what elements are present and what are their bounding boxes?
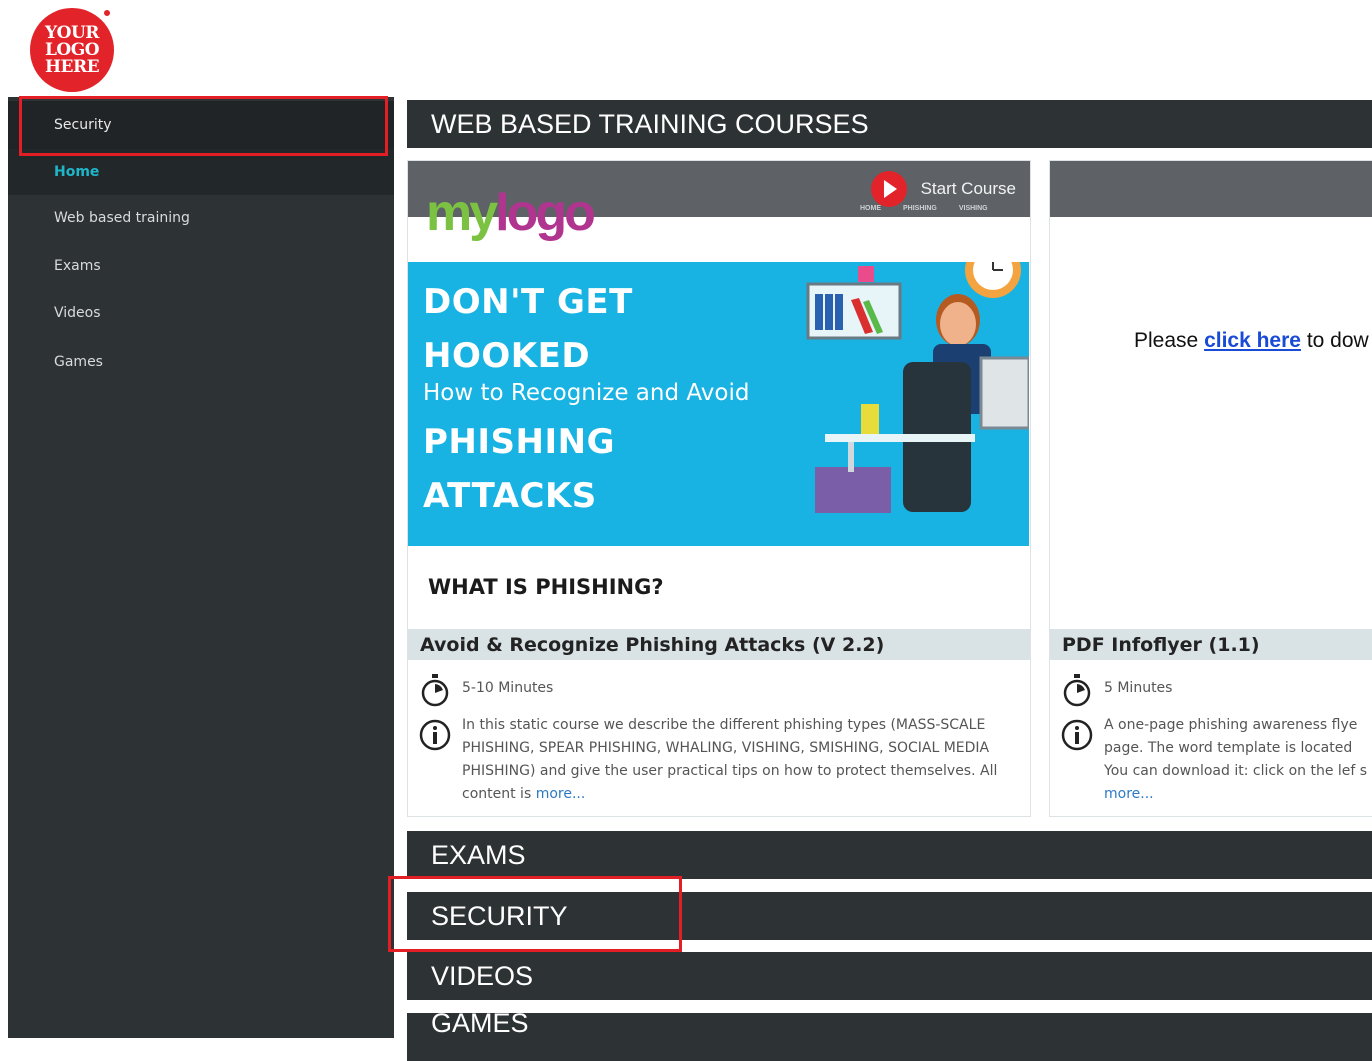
download-link[interactable]: click here xyxy=(1204,329,1301,352)
course-duration: 5 Minutes xyxy=(1104,680,1173,696)
banner-line: ATTACKS xyxy=(423,476,597,516)
course-card-phishing[interactable]: mylogo HOME PHISHING VISHING Start Cours… xyxy=(407,160,1031,817)
course-duration-row: 5-10 Minutes xyxy=(418,673,553,707)
course-duration-row: 5 Minutes xyxy=(1060,673,1172,707)
course-subheading: WHAT IS PHISHING? xyxy=(428,575,664,599)
sidebar-item-web-based-training[interactable]: Web based training xyxy=(8,195,394,241)
course-description-row: A one-page phishing awareness flye page.… xyxy=(1060,717,1372,806)
sidebar-item-label: Home xyxy=(54,164,100,180)
company-logo: YOUR LOGO HERE xyxy=(30,8,114,92)
banner-line: DON'T GET xyxy=(423,282,633,322)
card-thumbnail-header xyxy=(1050,161,1372,217)
start-course-button[interactable]: Start Course xyxy=(870,171,1016,207)
section-title: VIDEOS xyxy=(431,960,534,991)
info-icon xyxy=(1061,719,1093,751)
logo-text: YOUR LOGO HERE xyxy=(44,22,100,77)
start-course-label: Start Course xyxy=(920,179,1016,198)
course-description-row: In this static course we describe the di… xyxy=(418,717,1018,806)
sidebar: Security Home Web based training Exams V… xyxy=(8,97,394,1038)
sidebar-item-label: Games xyxy=(54,354,103,370)
more-link[interactable]: more... xyxy=(1104,786,1154,802)
highlight-box-security-section xyxy=(388,876,682,952)
info-icon xyxy=(419,719,451,751)
course-description: A one-page phishing awareness flye page.… xyxy=(1104,717,1368,779)
course-title[interactable]: PDF Infoflyer (1.1) xyxy=(1050,629,1372,660)
banner-line: PHISHING xyxy=(423,422,615,462)
more-link[interactable]: more... xyxy=(536,786,586,802)
section-title: EXAMS xyxy=(431,839,526,870)
course-title[interactable]: Avoid & Recognize Phishing Attacks (V 2.… xyxy=(408,629,1030,660)
prompt-text: Please xyxy=(1134,329,1199,352)
sidebar-item-exams[interactable]: Exams xyxy=(8,243,394,289)
play-icon xyxy=(870,171,907,207)
section-header-videos[interactable]: VIDEOS xyxy=(407,952,1372,1000)
course-duration: 5-10 Minutes xyxy=(462,680,554,696)
stopwatch-icon xyxy=(1063,674,1091,707)
sidebar-item-label: Web based training xyxy=(54,210,190,226)
prompt-text: to dow xyxy=(1306,329,1369,352)
office-worker-illustration xyxy=(806,262,1029,513)
sidebar-item-games[interactable]: Games xyxy=(8,339,394,385)
section-title: WEB BASED TRAINING COURSES xyxy=(431,108,869,139)
highlight-box-sidebar-security xyxy=(19,96,388,156)
download-prompt: Please click here to dow xyxy=(1134,329,1369,353)
section-header-exams[interactable]: EXAMS xyxy=(407,831,1372,879)
banner-subtitle: How to Recognize and Avoid xyxy=(423,380,750,406)
section-header-wbt[interactable]: WEB BASED TRAINING COURSES xyxy=(407,100,1372,148)
section-title: GAMES xyxy=(431,1008,529,1038)
sidebar-item-videos[interactable]: Videos xyxy=(8,290,394,336)
section-header-games[interactable]: GAMES xyxy=(407,1008,1372,1061)
sidebar-item-label: Videos xyxy=(54,305,101,321)
course-card-infoflyer[interactable]: Please click here to dow PDF Infoflyer (… xyxy=(1049,160,1372,817)
course-banner: DON'T GET HOOKED How to Recognize and Av… xyxy=(408,262,1029,546)
banner-line: HOOKED xyxy=(423,336,591,376)
registered-mark-icon xyxy=(102,8,112,18)
sidebar-item-label: Exams xyxy=(54,258,101,274)
thumbnail-logo: mylogo xyxy=(426,184,596,242)
stopwatch-icon xyxy=(421,674,449,707)
